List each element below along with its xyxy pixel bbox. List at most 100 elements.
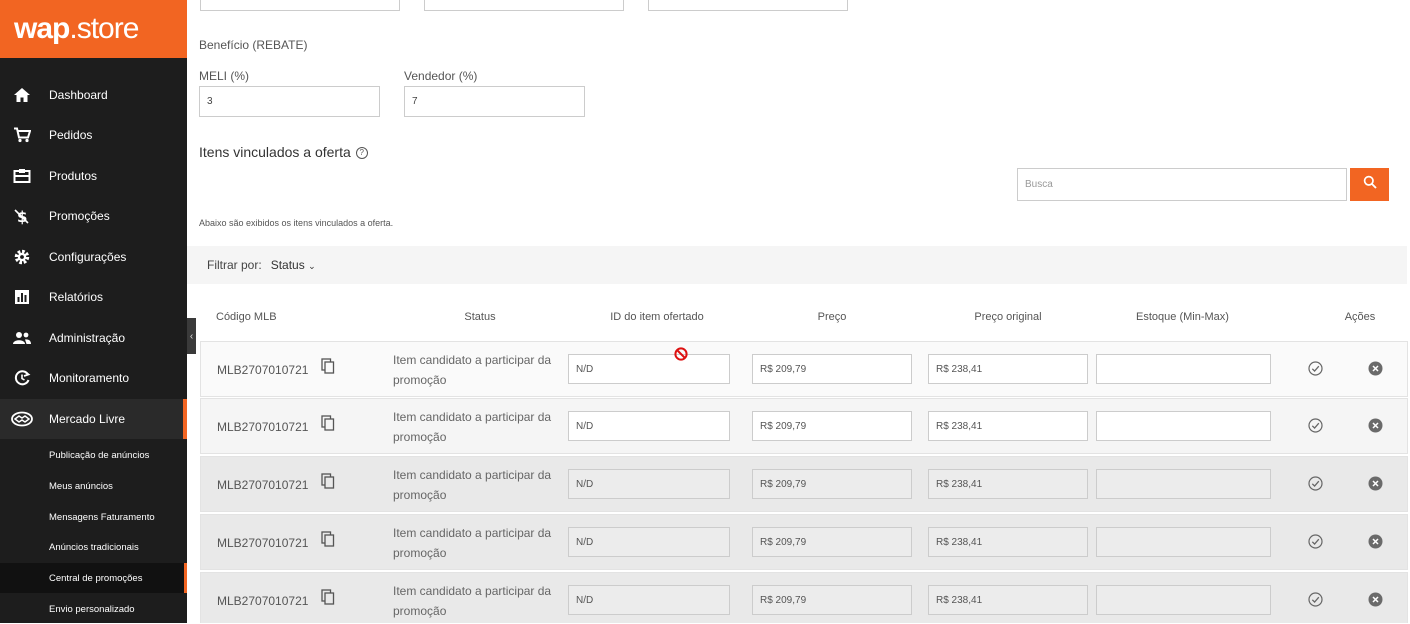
sidebar-item-label: Mercado Livre xyxy=(49,412,126,426)
subitem-anuncios-tradicionais[interactable]: Anúncios tradicionais xyxy=(0,532,187,562)
vendor-input[interactable]: 7 xyxy=(404,86,585,117)
cart-icon xyxy=(11,126,33,144)
copy-icon[interactable] xyxy=(321,473,335,489)
approve-icon[interactable] xyxy=(1308,361,1323,376)
copy-icon[interactable] xyxy=(321,589,335,605)
items-section-title: Itens vinculados a oferta xyxy=(199,144,351,160)
approve-icon[interactable] xyxy=(1308,418,1323,433)
stock-field[interactable] xyxy=(1096,585,1271,615)
remove-icon[interactable] xyxy=(1368,534,1383,549)
mlb-code: MLB2707010721 xyxy=(217,478,309,492)
price-field[interactable]: R$ 209,79 xyxy=(752,411,912,441)
subitem-envio-personalizado[interactable]: Envio personalizado xyxy=(0,594,187,624)
subitem-label: Mensagens Faturamento xyxy=(49,511,155,523)
brand-logo[interactable]: wap .store xyxy=(0,0,187,58)
subitem-mensagens-faturamento[interactable]: Mensagens Faturamento xyxy=(0,502,187,532)
header-code: Código MLB xyxy=(216,311,277,323)
remove-icon[interactable] xyxy=(1368,361,1383,376)
approve-icon[interactable] xyxy=(1308,534,1323,549)
header-price: Preço xyxy=(817,311,847,323)
stock-field[interactable] xyxy=(1096,469,1271,499)
box-icon xyxy=(11,167,33,185)
search-input[interactable]: Busca xyxy=(1017,168,1347,201)
sidebar-item-dashboard[interactable]: Dashboard xyxy=(0,75,187,115)
top-field-2[interactable] xyxy=(424,0,624,11)
filter-label: Filtrar por: xyxy=(207,258,262,272)
original-price-field[interactable]: R$ 238,41 xyxy=(928,527,1088,557)
subitem-central-promocoes[interactable]: Central de promoções xyxy=(0,563,187,593)
header-stock: Estoque (Min-Max) xyxy=(1136,311,1229,323)
item-id-field[interactable]: N/D xyxy=(568,354,730,384)
sidebar-item-pedidos[interactable]: Pedidos xyxy=(0,115,187,155)
vendor-label: Vendedor (%) xyxy=(404,69,478,83)
items-header: Itens vinculados a oferta? xyxy=(199,144,368,162)
approve-icon[interactable] xyxy=(1308,592,1323,607)
brand-name-bold: wap xyxy=(14,12,70,45)
approve-icon[interactable] xyxy=(1308,476,1323,491)
sidebar-item-mercado-livre[interactable]: Mercado Livre xyxy=(0,399,187,439)
item-id-field[interactable]: N/D xyxy=(568,469,730,499)
sidebar-item-label: Promoções xyxy=(49,209,110,223)
original-price-field[interactable]: R$ 238,41 xyxy=(928,354,1088,384)
status-filter-value: Status xyxy=(270,258,305,272)
sidebar-item-produtos[interactable]: Produtos xyxy=(0,156,187,196)
table-row: MLB2707010721 Item candidato a participa… xyxy=(200,398,1408,454)
gear-icon xyxy=(11,248,33,266)
sidebar-item-administracao[interactable]: Administração xyxy=(0,318,187,358)
price-field[interactable]: R$ 209,79 xyxy=(752,354,912,384)
copy-icon[interactable] xyxy=(321,358,335,374)
bar-chart-icon xyxy=(11,288,33,306)
filter-bar: Filtrar por: Status ⌄ xyxy=(187,246,1407,284)
sidebar-item-configuracoes[interactable]: Configurações xyxy=(0,237,187,277)
search-button[interactable] xyxy=(1350,168,1389,201)
remove-icon[interactable] xyxy=(1368,418,1383,433)
remove-icon[interactable] xyxy=(1368,476,1383,491)
item-id-field[interactable]: N/D xyxy=(568,527,730,557)
sidebar-item-label: Administração xyxy=(49,331,126,345)
mlb-code: MLB2707010721 xyxy=(217,536,309,550)
search-icon xyxy=(1363,175,1377,194)
item-id-field[interactable]: N/D xyxy=(568,411,730,441)
sidebar-item-label: Pedidos xyxy=(49,128,93,142)
price-field[interactable]: R$ 209,79 xyxy=(752,527,912,557)
top-field-1[interactable] xyxy=(200,0,400,11)
copy-icon[interactable] xyxy=(321,531,335,547)
mlb-code: MLB2707010721 xyxy=(217,594,309,608)
status-filter-dropdown[interactable]: Status ⌄ xyxy=(271,258,316,272)
price-field[interactable]: R$ 209,79 xyxy=(752,585,912,615)
sidebar-item-monitoramento[interactable]: Monitoramento xyxy=(0,358,187,398)
subitem-label: Envio personalizado xyxy=(49,603,135,615)
subitem-publicacao-anuncios[interactable]: Publicação de anúncios xyxy=(0,440,187,470)
original-price-field[interactable]: R$ 238,41 xyxy=(928,585,1088,615)
top-field-3[interactable] xyxy=(648,0,848,11)
main-content: Benefício (REBATE) MELI (%) 3 Vendedor (… xyxy=(187,0,1410,623)
header-actions: Ações xyxy=(1344,311,1376,323)
status-text: Item candidato a participar da promoção xyxy=(393,526,552,560)
sidebar-item-relatorios[interactable]: Relatórios xyxy=(0,277,187,317)
table-row: MLB2707010721 Item candidato a participa… xyxy=(200,456,1408,512)
subitem-meus-anuncios[interactable]: Meus anúncios xyxy=(0,471,187,501)
remove-icon[interactable] xyxy=(1368,592,1383,607)
stock-field[interactable] xyxy=(1096,527,1271,557)
price-field[interactable]: R$ 209,79 xyxy=(752,469,912,499)
stock-field[interactable] xyxy=(1096,411,1271,441)
header-item-id: ID do item ofertado xyxy=(610,311,704,323)
users-icon xyxy=(11,329,33,347)
original-price-field[interactable]: R$ 238,41 xyxy=(928,469,1088,499)
items-description: Abaixo são exibidos os itens vinculados … xyxy=(199,218,394,228)
subitem-label: Anúncios tradicionais xyxy=(49,541,139,553)
header-status: Status xyxy=(464,311,496,323)
item-id-field[interactable]: N/D xyxy=(568,585,730,615)
meli-label: MELI (%) xyxy=(199,69,250,83)
table-row: MLB2707010721 Item candidato a participa… xyxy=(200,341,1408,397)
dollar-icon: $ xyxy=(11,207,33,225)
help-icon[interactable]: ? xyxy=(355,146,368,159)
stock-field[interactable] xyxy=(1096,354,1271,384)
copy-icon[interactable] xyxy=(321,415,335,431)
meli-input[interactable]: 3 xyxy=(199,86,380,117)
monitor-icon xyxy=(11,369,33,387)
handshake-icon xyxy=(11,410,33,428)
original-price-field[interactable]: R$ 238,41 xyxy=(928,411,1088,441)
status-text: Item candidato a participar da promoção xyxy=(393,468,552,502)
sidebar-item-promocoes[interactable]: $ Promoções xyxy=(0,196,187,236)
